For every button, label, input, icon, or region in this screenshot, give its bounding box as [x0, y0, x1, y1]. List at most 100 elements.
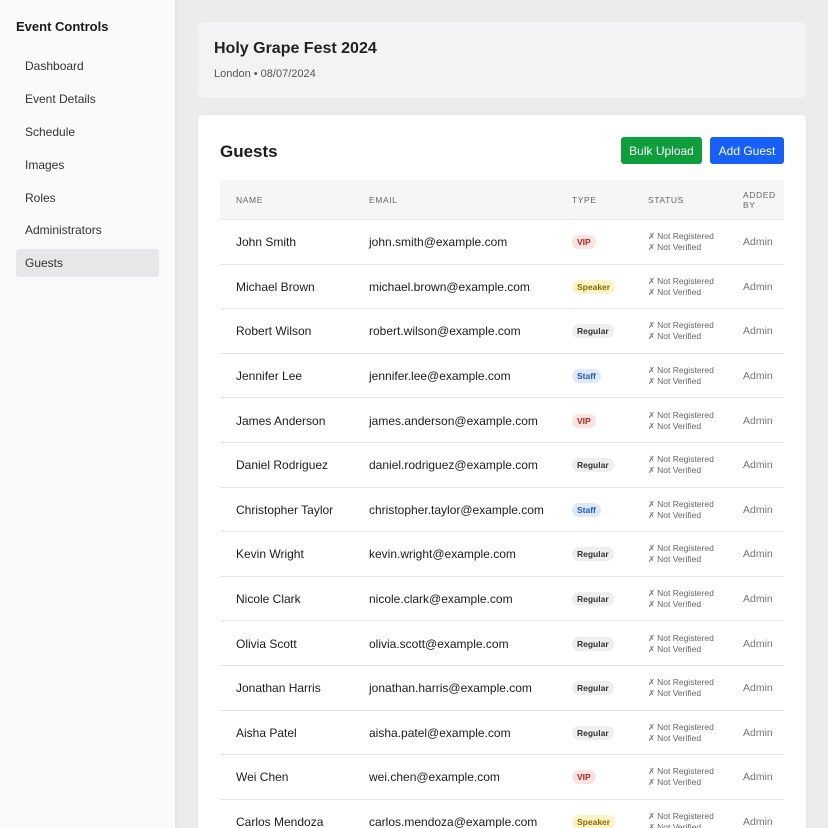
table-row[interactable]: Jennifer Lee jennifer.lee@example.com Staf…	[220, 354, 784, 399]
x-icon: ✗	[648, 331, 656, 342]
guest-added-by: Admin	[743, 459, 773, 472]
guest-name: Wei Chen	[236, 770, 289, 785]
event-header: Holy Grape Fest 2024 London • 08/07/2024	[198, 22, 806, 98]
table-row[interactable]: Kevin Wright kevin.wright@example.com Regu…	[220, 532, 784, 577]
guest-status: ✗ Not Registered ✗ Not Verified	[648, 711, 714, 756]
status-verified: ✗ Not Verified	[648, 376, 701, 387]
event-title: Holy Grape Fest 2024	[214, 40, 377, 57]
x-icon: ✗	[648, 509, 656, 520]
guests-table: Name Email Type Status Added By John Smi…	[220, 180, 784, 828]
guest-type-cell: Regular	[572, 577, 614, 622]
sidebar-item-images[interactable]: Images	[16, 151, 159, 179]
guest-email: jennifer.lee@example.com	[369, 369, 511, 384]
guest-status: ✗ Not Registered ✗ Not Verified	[648, 577, 714, 622]
table-row[interactable]: Carlos Mendoza carlos.mendoza@example.com…	[220, 800, 784, 828]
sidebar-item-roles[interactable]: Roles	[16, 184, 159, 212]
guest-email: wei.chen@example.com	[369, 770, 500, 785]
status-registered: ✗ Not Registered	[648, 633, 714, 644]
guest-type-cell: Speaker	[572, 800, 616, 828]
sidebar-item-administrators[interactable]: Administrators	[16, 216, 159, 244]
guest-added-by: Admin	[743, 503, 773, 516]
table-row[interactable]: Olivia Scott olivia.scott@example.com Regu…	[220, 621, 784, 666]
status-verified: ✗ Not Verified	[648, 510, 701, 521]
status-registered-text: Not Registered	[657, 320, 714, 331]
guest-type-cell: Regular	[572, 309, 614, 354]
status-registered-text: Not Registered	[657, 588, 714, 599]
sidebar-item-guests[interactable]: Guests	[16, 249, 159, 278]
guest-name: Robert Wilson	[236, 324, 312, 339]
guest-added-by: Admin	[743, 682, 773, 695]
status-verified: ✗ Not Verified	[648, 287, 701, 298]
status-verified-text: Not Verified	[657, 331, 702, 342]
guest-email: michael.brown@example.com	[369, 279, 530, 294]
guest-status: ✗ Not Registered ✗ Not Verified	[648, 398, 714, 443]
guest-status: ✗ Not Registered ✗ Not Verified	[648, 488, 714, 533]
status-registered-text: Not Registered	[657, 811, 714, 822]
status-registered: ✗ Not Registered	[648, 320, 714, 331]
guest-added-by: Admin	[743, 771, 773, 784]
table-row[interactable]: Daniel Rodriguez daniel.rodriguez@example…	[220, 443, 784, 488]
sidebar-item-dashboard[interactable]: Dashboard	[16, 52, 159, 80]
bulk-upload-button[interactable]: Bulk Upload	[621, 137, 702, 164]
x-icon: ✗	[648, 320, 656, 331]
status-registered-text: Not Registered	[657, 543, 714, 554]
guest-name: Daniel Rodriguez	[236, 458, 329, 473]
x-icon: ✗	[648, 242, 656, 253]
table-row[interactable]: Robert Wilson robert.wilson@example.com Re…	[220, 309, 784, 354]
guest-type-cell: Regular	[572, 666, 614, 711]
guest-email: nicole.clark@example.com	[369, 592, 513, 607]
sidebar-item-event-details[interactable]: Event Details	[16, 85, 159, 113]
table-row[interactable]: James Anderson james.anderson@example.com…	[220, 398, 784, 443]
guest-status: ✗ Not Registered ✗ Not Verified	[648, 220, 714, 265]
column-header-added-by: Added By	[743, 190, 776, 210]
x-icon: ✗	[648, 409, 656, 420]
status-verified-text: Not Verified	[657, 286, 702, 297]
x-icon: ✗	[648, 588, 656, 599]
guest-status: ✗ Not Registered ✗ Not Verified	[648, 621, 714, 666]
status-verified-text: Not Verified	[657, 465, 702, 476]
table-row[interactable]: Jonathan Harris jonathan.harris@example.c…	[220, 666, 784, 711]
guest-email: james.anderson@example.com	[369, 413, 538, 428]
add-guest-button[interactable]: Add Guest	[710, 137, 784, 164]
status-verified: ✗ Not Verified	[648, 421, 701, 432]
status-verified: ✗ Not Verified	[648, 554, 701, 565]
type-badge: Staff	[572, 502, 601, 517]
guest-added-by: Admin	[743, 637, 773, 650]
guest-type-cell: Staff	[572, 488, 601, 533]
type-badge: Regular	[572, 681, 614, 696]
table-row[interactable]: Christopher Taylor christopher.taylor@exa…	[220, 488, 784, 533]
status-registered-text: Not Registered	[657, 454, 714, 465]
guest-type-cell: Speaker	[572, 265, 616, 310]
table-row[interactable]: Michael Brown michael.brown@example.com Sp…	[220, 265, 784, 310]
guest-name: John Smith	[236, 235, 297, 250]
table-row[interactable]: Wei Chen wei.chen@example.com VIP ✗ Not Regi…	[220, 755, 784, 800]
sidebar-title: Event Controls	[16, 19, 109, 34]
table-header: Name Email Type Status Added By	[220, 180, 784, 220]
x-icon: ✗	[648, 275, 656, 286]
status-verified: ✗ Not Verified	[648, 465, 701, 476]
status-verified-text: Not Verified	[657, 242, 702, 253]
status-registered-text: Not Registered	[657, 498, 714, 509]
guest-type-cell: Regular	[572, 711, 614, 756]
table-row[interactable]: Aisha Patel aisha.patel@example.com Regula…	[220, 711, 784, 756]
column-header-name: Name	[236, 195, 263, 205]
guest-type-cell: VIP	[572, 398, 596, 443]
status-registered: ✗ Not Registered	[648, 722, 714, 733]
guest-name: Carlos Mendoza	[236, 815, 324, 828]
type-badge: Speaker	[572, 815, 616, 828]
status-registered-text: Not Registered	[657, 632, 714, 643]
guest-status: ✗ Not Registered ✗ Not Verified	[648, 800, 714, 828]
table-row[interactable]: John Smith john.smith@example.com VIP ✗ Not …	[220, 220, 784, 265]
x-icon: ✗	[648, 454, 656, 465]
guests-panel: Guests Bulk Upload Add Guest Name Email …	[198, 115, 806, 828]
guest-added-by: Admin	[743, 593, 773, 606]
guest-name: Christopher Taylor	[236, 502, 334, 517]
guest-name: Nicole Clark	[236, 592, 301, 607]
guest-status: ✗ Not Registered ✗ Not Verified	[648, 666, 714, 711]
x-icon: ✗	[648, 420, 656, 431]
status-verified: ✗ Not Verified	[648, 733, 701, 744]
sidebar-item-schedule[interactable]: Schedule	[16, 118, 159, 146]
x-icon: ✗	[648, 465, 656, 476]
table-row[interactable]: Nicole Clark nicole.clark@example.com Regu…	[220, 577, 784, 622]
status-registered-text: Not Registered	[657, 275, 714, 286]
